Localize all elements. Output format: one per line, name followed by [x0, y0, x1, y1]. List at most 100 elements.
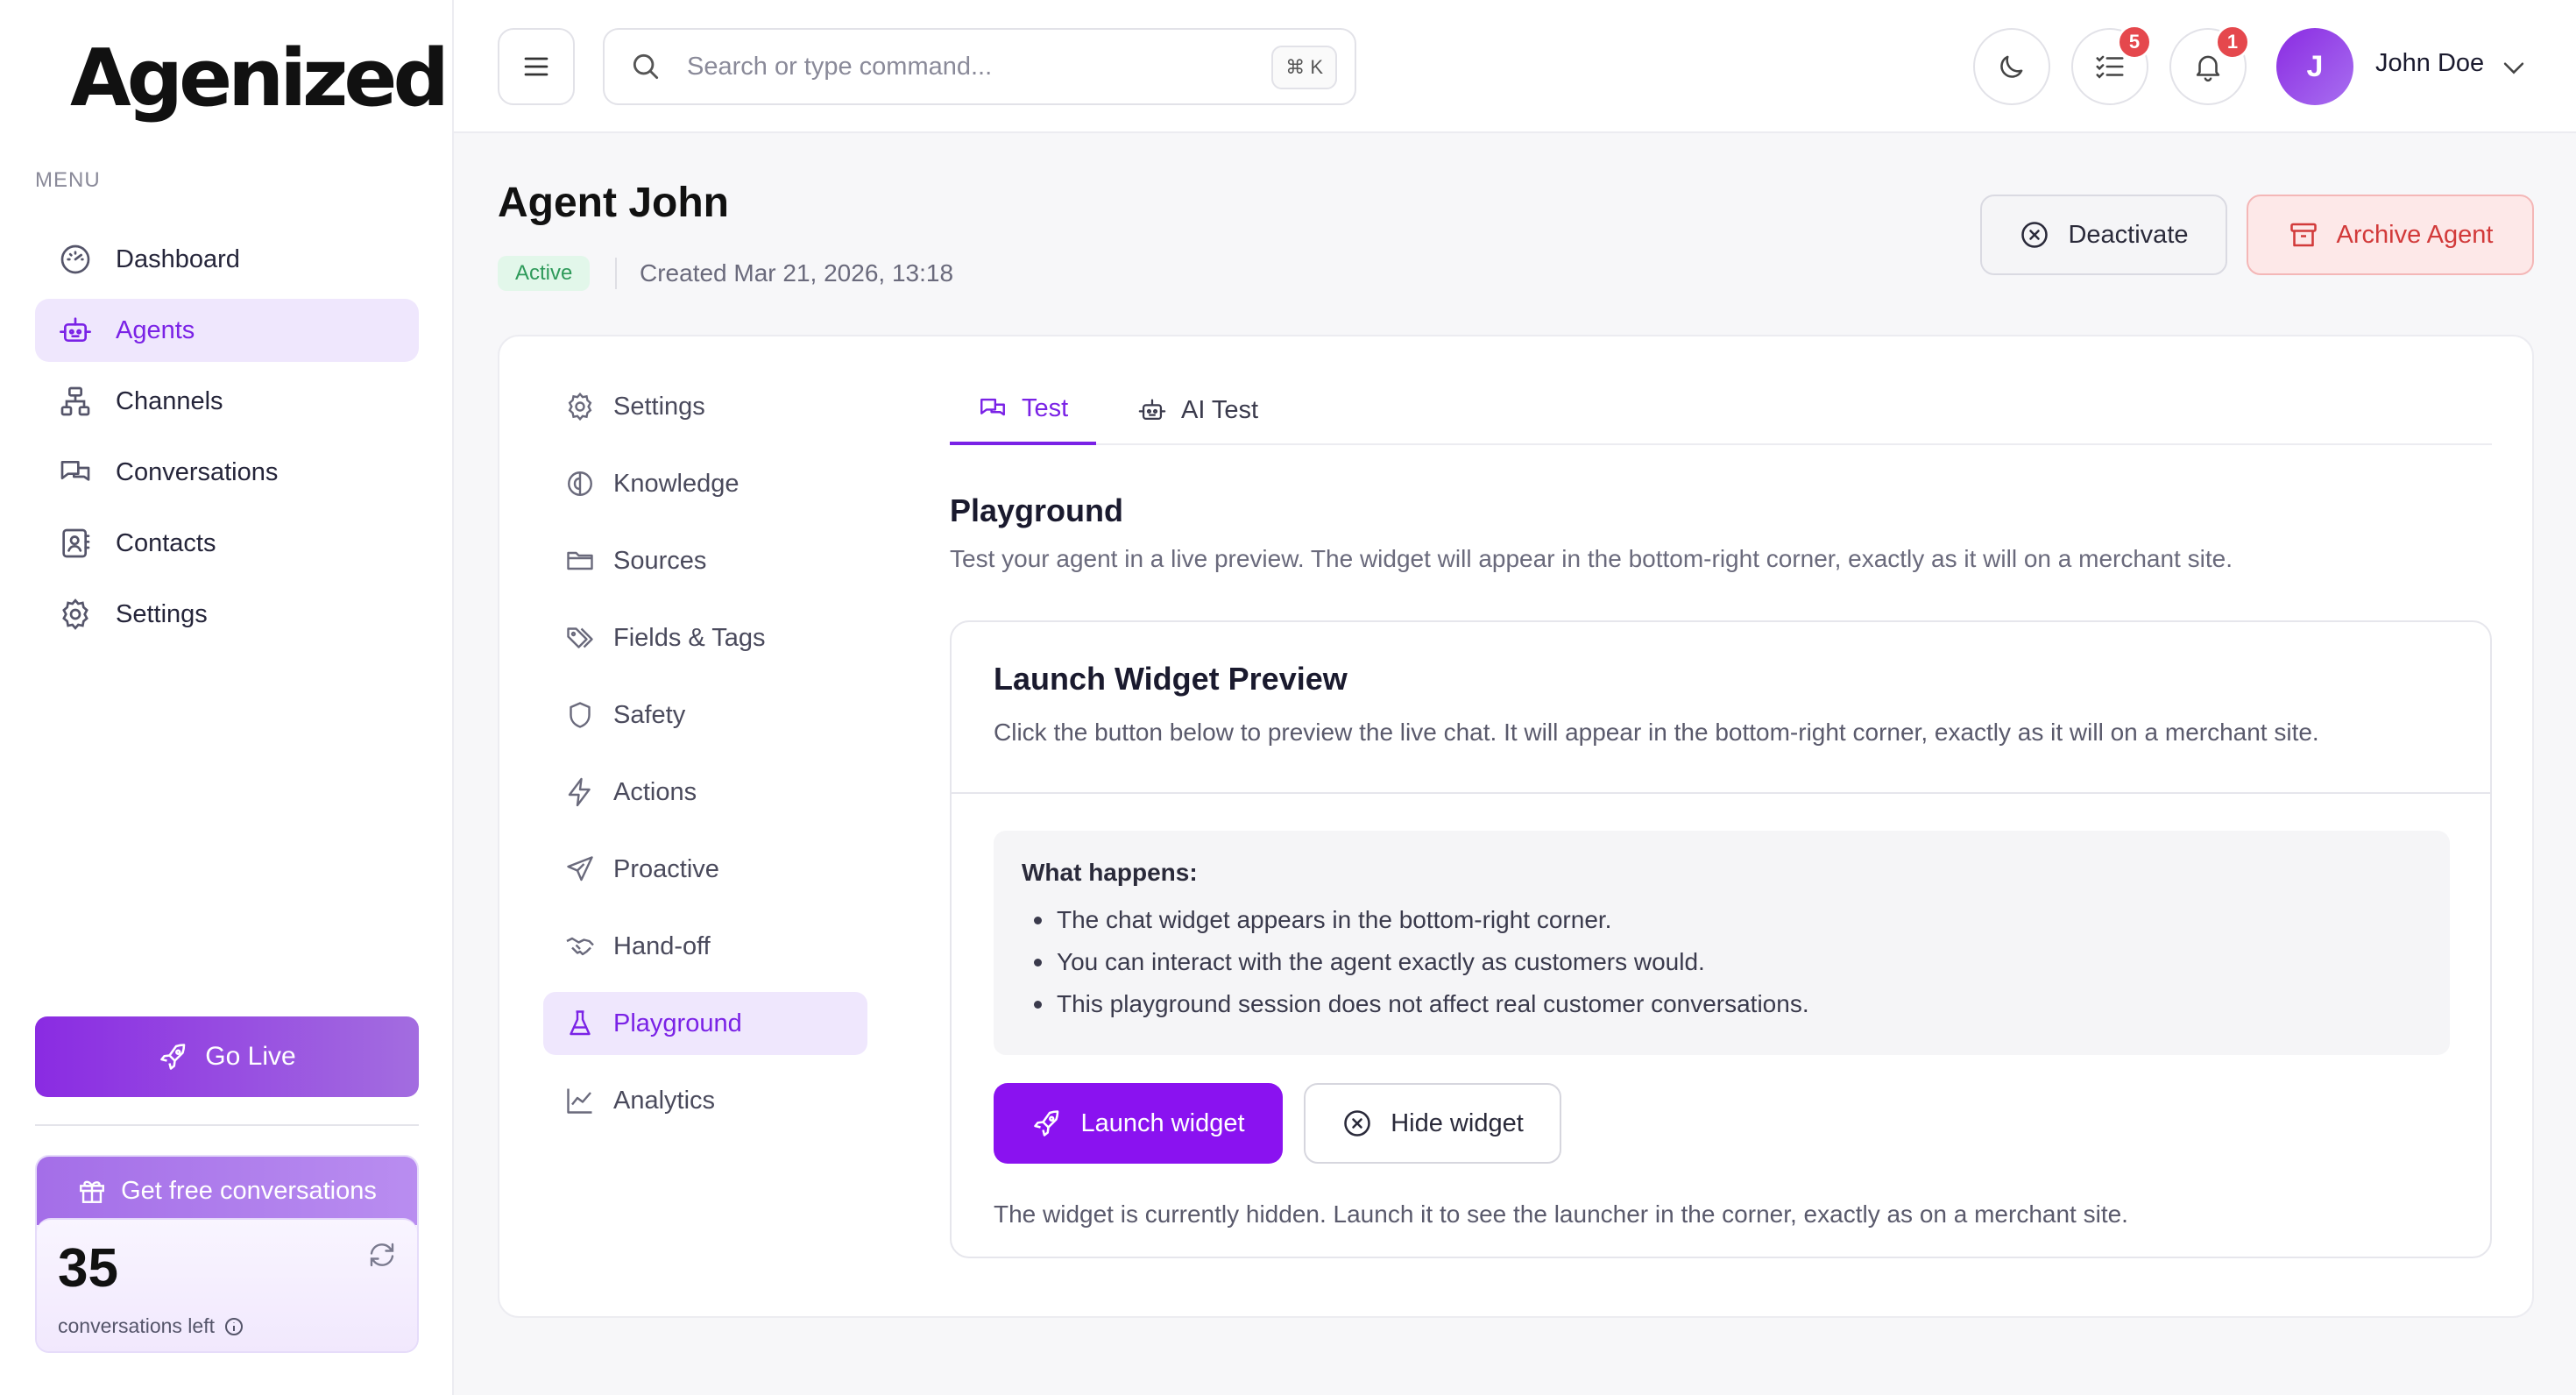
- tasks-button[interactable]: 5: [2071, 25, 2152, 105]
- subnav-item-label: Playground: [613, 1009, 742, 1037]
- hamburger-icon: [520, 51, 552, 82]
- conversations-left-label: conversations left: [58, 1314, 244, 1338]
- x-circle-icon: [1341, 1108, 1373, 1139]
- sidebar: Agenized MENU Dashboard Agents Channels …: [0, 0, 454, 1395]
- sidebar-item-label: Settings: [116, 599, 208, 628]
- created-date: Created Mar 21, 2026, 13:18: [640, 259, 954, 287]
- subnav-item-label: Hand-off: [613, 931, 711, 960]
- tab-test[interactable]: Test: [950, 375, 1097, 445]
- sidebar-item-channels[interactable]: Channels: [35, 370, 419, 433]
- menu-label: MENU: [35, 168, 101, 192]
- search-bar: ⌘ K: [603, 28, 1356, 105]
- archive-agent-label: Archive Agent: [2336, 220, 2494, 249]
- free-conversations-body: 35 conversations left: [37, 1218, 417, 1351]
- subnav-item-label: Fields & Tags: [613, 623, 766, 652]
- chevron-down-icon[interactable]: [2499, 53, 2529, 82]
- section-title: Playground: [950, 492, 1124, 528]
- subnav-item-analytics[interactable]: Analytics: [543, 1069, 867, 1132]
- agent-detail-card: Settings Knowledge Sources Fields & Tags…: [498, 335, 2534, 1318]
- playground-tabs: Test AI Test: [950, 375, 2492, 445]
- avatar[interactable]: J: [2276, 28, 2353, 105]
- hide-widget-button[interactable]: Hide widget: [1304, 1083, 1561, 1164]
- robot-icon: [58, 313, 93, 348]
- sidebar-item-label: Agents: [116, 315, 195, 344]
- theme-toggle-button[interactable]: [1973, 28, 2050, 105]
- subnav-item-sources[interactable]: Sources: [543, 529, 867, 592]
- tags-icon: [564, 622, 596, 654]
- rocket-icon: [1031, 1108, 1063, 1139]
- handshake-icon: [564, 931, 596, 962]
- status-badge: Active: [498, 256, 591, 291]
- notifications-button[interactable]: 1: [2169, 25, 2250, 105]
- brain-icon: [564, 468, 596, 499]
- top-header: ⌘ K 5 1 J John Doe: [454, 0, 2576, 133]
- what-happens-box: What happens: The chat widget appears in…: [994, 831, 2450, 1055]
- chat-bubbles-icon: [58, 455, 93, 490]
- x-circle-icon: [2019, 219, 2050, 251]
- search-input[interactable]: [687, 52, 1248, 81]
- sidebar-item-agents[interactable]: Agents: [35, 299, 419, 362]
- subnav-item-label: Knowledge: [613, 469, 740, 498]
- go-live-button[interactable]: Go Live: [35, 1016, 419, 1097]
- menu-toggle-button[interactable]: [498, 28, 575, 105]
- gear-icon: [58, 597, 93, 632]
- deactivate-button[interactable]: Deactivate: [1980, 195, 2227, 275]
- subnav-item-actions[interactable]: Actions: [543, 761, 867, 824]
- list-item: You can interact with the agent exactly …: [1022, 941, 2422, 983]
- search-shortcut: ⌘ K: [1271, 46, 1337, 89]
- tasks-badge: 5: [2117, 25, 2152, 60]
- sidebar-item-dashboard[interactable]: Dashboard: [35, 228, 419, 291]
- rocket-icon: [158, 1041, 189, 1073]
- subnav-item-playground[interactable]: Playground: [543, 992, 867, 1055]
- page-title: Agent John: [498, 180, 729, 226]
- sidebar-item-label: Dashboard: [116, 244, 240, 273]
- subnav-item-label: Proactive: [613, 854, 719, 883]
- subnav-item-label: Actions: [613, 777, 697, 806]
- checklist-icon: [2093, 50, 2127, 83]
- user-name[interactable]: John Doe: [2375, 49, 2484, 78]
- gear-icon: [564, 391, 596, 422]
- refresh-icon[interactable]: [366, 1239, 398, 1271]
- archive-box-icon: [2288, 219, 2319, 251]
- sidebar-item-label: Conversations: [116, 457, 279, 486]
- sidebar-item-contacts[interactable]: Contacts: [35, 512, 419, 575]
- conversations-left-count: 35: [58, 1238, 118, 1299]
- sidebar-item-settings[interactable]: Settings: [35, 583, 419, 646]
- tab-label: AI Test: [1181, 395, 1259, 424]
- meta-divider: [615, 258, 617, 289]
- go-live-label: Go Live: [205, 1042, 296, 1071]
- gift-icon: [77, 1176, 107, 1206]
- launch-widget-title: Launch Widget Preview: [994, 661, 1348, 697]
- chat-bubbles-icon: [978, 393, 1008, 423]
- flask-icon: [564, 1008, 596, 1039]
- sidebar-item-conversations[interactable]: Conversations: [35, 441, 419, 504]
- card-divider: [952, 792, 2490, 794]
- agent-subnav: Settings Knowledge Sources Fields & Tags…: [543, 375, 867, 1146]
- subnav-item-knowledge[interactable]: Knowledge: [543, 452, 867, 515]
- tab-ai-test[interactable]: AI Test: [1137, 375, 1258, 445]
- line-chart-icon: [564, 1085, 596, 1116]
- subnav-item-fields-tags[interactable]: Fields & Tags: [543, 606, 867, 669]
- subnav-item-label: Settings: [613, 392, 705, 421]
- subnav-item-safety[interactable]: Safety: [543, 683, 867, 747]
- moon-icon: [1995, 50, 2028, 83]
- launch-widget-label: Launch widget: [1080, 1108, 1245, 1137]
- info-icon[interactable]: [223, 1316, 244, 1337]
- launch-widget-button[interactable]: Launch widget: [994, 1083, 1283, 1164]
- folder-icon: [564, 545, 596, 577]
- subnav-item-hand-off[interactable]: Hand-off: [543, 915, 867, 978]
- subnav-item-settings[interactable]: Settings: [543, 375, 867, 438]
- sidebar-nav: Dashboard Agents Channels Conversations …: [35, 228, 419, 654]
- launch-widget-description: Click the button below to preview the li…: [994, 719, 2319, 746]
- subnav-item-label: Analytics: [613, 1086, 716, 1115]
- shield-icon: [564, 699, 596, 731]
- contact-card-icon: [58, 526, 93, 561]
- get-free-conversations-button[interactable]: Get free conversations: [37, 1157, 417, 1225]
- subnav-item-proactive[interactable]: Proactive: [543, 838, 867, 901]
- archive-agent-button[interactable]: Archive Agent: [2247, 195, 2534, 275]
- lightning-icon: [564, 776, 596, 808]
- subnav-item-label: Safety: [613, 700, 686, 729]
- sidebar-item-label: Contacts: [116, 528, 216, 557]
- logo[interactable]: Agenized: [70, 35, 449, 123]
- search-icon: [629, 50, 662, 83]
